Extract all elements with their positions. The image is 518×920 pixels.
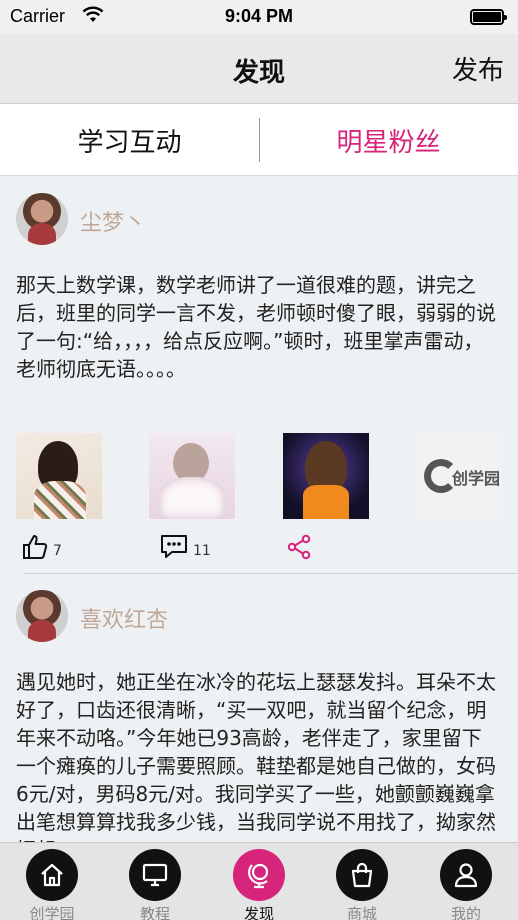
tab-label: 我的 <box>450 905 481 920</box>
post-text: 遇见她时，她正坐在冰冷的花坛上瑟瑟发抖。耳朵不太好了，口齿还很清晰，“买一双吧，… <box>16 670 496 842</box>
clock: 9:04 PM <box>224 6 294 26</box>
tab-star-fans[interactable]: 明星粉丝 <box>259 122 518 159</box>
post-images: 创学园 <box>16 433 518 519</box>
tab-mall[interactable]: 商城 <box>310 847 414 920</box>
share-button[interactable] <box>286 529 312 565</box>
tab-discover[interactable]: 发现 <box>207 847 311 920</box>
avatar[interactable] <box>16 590 68 642</box>
comment-icon <box>161 535 187 558</box>
segment-control: 学习互动 明星粉丝 <box>0 104 518 176</box>
monitor-icon <box>129 849 181 901</box>
like-button[interactable]: 7 <box>22 529 62 565</box>
post-username[interactable]: 喜欢红杏 <box>80 602 168 634</box>
post-image[interactable]: 创学园 <box>416 433 502 519</box>
share-icon <box>287 534 311 560</box>
post-actions: 7 11 <box>16 529 416 565</box>
tab-study-interaction[interactable]: 学习互动 <box>0 122 259 159</box>
status-bar: Carrier 9:04 PM <box>0 0 518 34</box>
post-image[interactable] <box>149 433 235 519</box>
tab-chuangxueyuan[interactable]: 创学园 <box>0 847 104 920</box>
tab-label: 发现 <box>243 905 274 920</box>
navigation-bar: 发现 发布 <box>0 34 518 104</box>
logo-text: 创学园 <box>452 469 501 488</box>
shopping-bag-icon <box>336 849 388 901</box>
tab-label: 教程 <box>139 905 170 920</box>
page-title: 发现 <box>232 58 285 88</box>
home-icon <box>26 849 78 901</box>
feed-list[interactable]: 尘梦丶 那天上数学课，数学老师讲了一道很难的题，讲完之后，班里的同学一言不发，老… <box>0 177 518 842</box>
comment-count: 11 <box>193 543 211 559</box>
post-username[interactable]: 尘梦丶 <box>80 205 146 237</box>
publish-button[interactable]: 发布 <box>452 50 504 87</box>
tab-label: 商城 <box>346 905 377 920</box>
tab-me[interactable]: 我的 <box>414 847 518 920</box>
post-text: 那天上数学课，数学老师讲了一道很难的题，讲完之后，班里的同学一言不发，老师顿时傻… <box>16 273 496 381</box>
tab-label: 创学园 <box>29 905 75 920</box>
tab-tutorials[interactable]: 教程 <box>103 847 207 920</box>
divider <box>24 573 518 574</box>
post-image[interactable] <box>283 433 369 519</box>
avatar[interactable] <box>16 193 68 245</box>
user-icon <box>440 849 492 901</box>
comment-button[interactable]: 11 <box>160 529 211 565</box>
thumbs-up-icon <box>23 535 48 559</box>
battery-icon <box>470 9 507 25</box>
post-image[interactable] <box>16 433 102 519</box>
tab-bar: 创学园 教程 发现 商城 我的 <box>0 842 518 920</box>
like-count: 7 <box>53 543 62 559</box>
globe-icon <box>233 849 285 901</box>
